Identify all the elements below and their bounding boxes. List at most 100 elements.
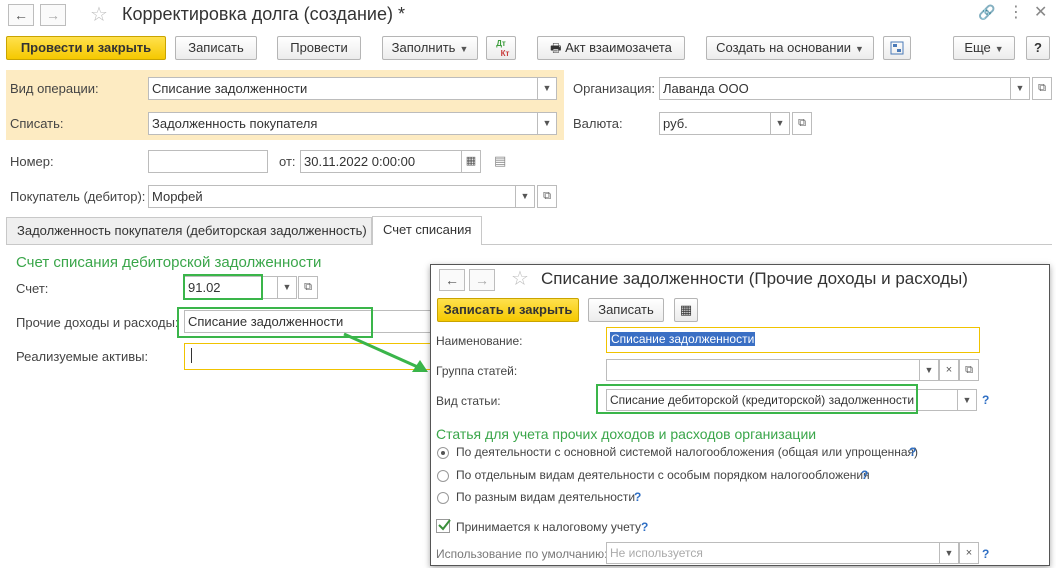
post-and-close-button[interactable]: Провести и закрыть [6,36,166,60]
save-and-close-button[interactable]: Записать и закрыть [437,298,579,322]
close-icon[interactable]: ✕ [1034,2,1047,22]
tab-debt[interactable]: Задолженность покупателя (дебиторская за… [6,217,372,244]
clear-icon[interactable]: × [939,359,959,381]
op-type-label: Вид операции: [10,81,99,96]
chevron-down-icon[interactable]: ▼ [957,389,977,411]
group-label: Группа статей: [436,364,518,378]
currency-label: Валюта: [573,116,623,131]
text-cursor [191,348,192,363]
chevron-down-icon[interactable]: ▼ [277,276,297,299]
more-button[interactable]: Еще ▼ [953,36,1015,60]
account-label: Счет: [16,281,49,296]
save-button[interactable]: Записать [175,36,257,60]
open-icon[interactable]: ⧉ [1032,77,1052,100]
chevron-down-icon[interactable]: ▼ [770,112,790,135]
link-icon[interactable]: 🔗 [978,4,995,21]
tax-checkbox-label: Принимается к налоговому учету [456,520,641,534]
tax-checkbox[interactable] [436,519,451,533]
buyer-label: Покупатель (дебитор): [10,189,146,204]
kt-label: Кт [500,49,510,58]
default-usage-help-icon[interactable]: ? [982,547,989,561]
assets-label: Реализуемые активы: [16,349,149,364]
calendar-icon[interactable]: ▦ [461,150,481,173]
create-based-on-button[interactable]: Создать на основании ▼ [706,36,874,60]
radio-main-tax-help-icon[interactable]: ? [909,445,916,459]
chevron-down-icon: ▼ [459,44,469,54]
forward-button[interactable]: → [40,4,66,26]
name-value: Списание задолженности [610,332,756,346]
tab-account[interactable]: Счет списания [372,216,482,245]
favorite-star-icon[interactable]: ☆ [511,266,529,291]
section-title: Счет списания дебиторской задолженности [16,254,322,271]
dt-kt-button[interactable]: Дт Кт [486,36,516,60]
date-from-label: от: [279,154,296,169]
open-icon[interactable]: ⧉ [792,112,812,135]
write-off-label: Списать: [10,116,64,131]
kind-help-icon[interactable]: ? [982,393,989,407]
write-off-field[interactable]: Задолженность покупателя [148,112,538,135]
chevron-down-icon[interactable]: ▼ [1010,77,1030,100]
org-field[interactable]: Лаванда ООО [659,77,1011,100]
open-icon[interactable]: ⧉ [298,276,318,299]
act-label: Акт взаимозачета [565,40,672,55]
currency-field[interactable]: руб. [659,112,771,135]
clear-icon[interactable]: × [959,542,979,564]
org-label: Организация: [573,81,656,96]
default-usage-label: Использование по умолчанию: [436,547,608,561]
fill-label: Заполнить [391,40,456,55]
popup-back-button[interactable]: ← [439,269,465,291]
radio-special-tax-help-icon[interactable]: ? [861,468,868,482]
number-label: Номер: [10,154,54,169]
chevron-down-icon: ▼ [994,44,1004,54]
dt-label: Дт [496,39,506,48]
fill-dropdown-button[interactable]: Заполнить ▼ [382,36,478,60]
annotation-arrow [343,332,428,372]
radio-main-tax[interactable] [437,447,449,459]
create-based-label: Создать на основании [716,40,851,55]
group-field[interactable] [606,359,920,381]
menu-dots-icon[interactable]: ⋮ [1008,2,1024,22]
window-title: Корректировка долга (создание) * [122,4,405,24]
open-icon[interactable]: ⧉ [537,185,557,208]
number-field[interactable] [148,150,268,173]
chevron-down-icon[interactable]: ▼ [537,112,557,135]
more-label: Еще [964,40,991,55]
popup-save-button[interactable]: Записать [588,298,664,322]
act-button[interactable]: 🖶 Акт взаимозачета [537,36,685,60]
radio-special-tax[interactable] [437,470,449,482]
name-label: Наименование: [436,334,523,348]
back-button[interactable]: ← [8,4,34,26]
calculator-icon[interactable]: ▦ [674,298,698,322]
kind-highlight-box [596,384,918,414]
favorite-star-icon[interactable]: ☆ [90,2,108,27]
chevron-down-icon[interactable]: ▼ [939,542,959,564]
default-usage-field[interactable]: Не используется [606,542,940,564]
radio-special-tax-label: По отдельным видам деятельности с особым… [456,468,870,482]
chevron-down-icon[interactable]: ▼ [515,185,535,208]
checkmark-icon [438,519,451,531]
structure-icon[interactable] [883,36,911,60]
chevron-down-icon[interactable]: ▼ [537,77,557,100]
chevron-down-icon[interactable]: ▼ [919,359,939,381]
radio-various-help-icon[interactable]: ? [634,490,641,504]
post-button[interactable]: Провести [277,36,361,60]
radio-various-label: По разным видам деятельности [456,490,636,504]
op-type-field[interactable]: Списание задолженности [148,77,538,100]
open-icon[interactable]: ⧉ [959,359,979,381]
tax-help-icon[interactable]: ? [641,520,648,534]
help-button[interactable]: ? [1026,36,1050,60]
printer-icon: 🖶 [550,41,562,55]
account-highlight-box [183,274,263,300]
popup-window: ← → ☆ Списание задолженности (Прочие дох… [430,264,1050,566]
name-field[interactable]: Списание задолженности [606,327,980,353]
chevron-down-icon: ▼ [854,44,864,54]
kind-label: Вид статьи: [436,394,501,408]
date-field[interactable]: 30.11.2022 0:00:00 [300,150,462,173]
radio-various[interactable] [437,492,449,504]
popup-forward-button[interactable]: → [469,269,495,291]
buyer-field[interactable]: Морфей [148,185,516,208]
other-income-label: Прочие доходы и расходы: [16,315,179,330]
tabs-divider [6,244,1052,245]
popup-title: Списание задолженности (Прочие доходы и … [541,269,968,288]
comment-icon[interactable]: ▤ [494,153,506,169]
